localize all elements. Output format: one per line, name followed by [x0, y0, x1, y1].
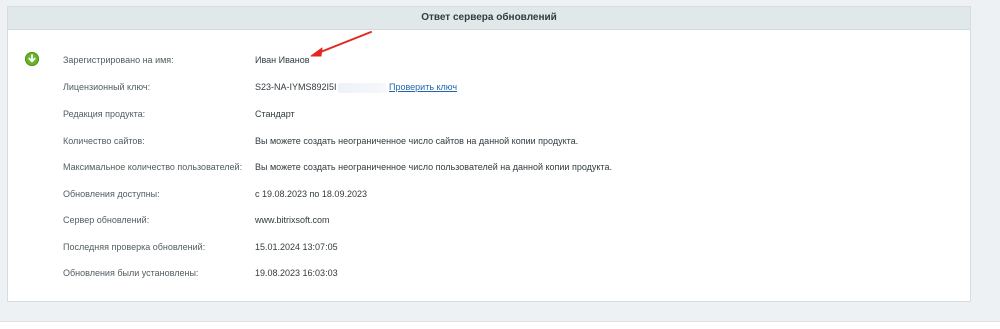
panel-title: Ответ сервера обновлений — [8, 7, 970, 30]
value-update-server: www.bitrixsoft.com — [255, 215, 330, 225]
label-update-server: Сервер обновлений: — [63, 215, 150, 225]
value-updates-available: с 19.08.2023 по 18.09.2023 — [255, 189, 367, 199]
page: Ответ сервера обновлений Зарегистрирован… — [0, 0, 1000, 329]
value-sites-count: Вы можете создать неограниченное число с… — [255, 136, 579, 146]
label-sites-count: Количество сайтов: — [63, 136, 145, 146]
update-server-response-panel: Ответ сервера обновлений Зарегистрирован… — [7, 6, 971, 302]
label-updates-installed: Обновления были установлены: — [63, 268, 199, 278]
value-product-edition: Стандарт — [255, 109, 295, 119]
label-registered-name: Зарегистрировано на имя: — [63, 55, 174, 65]
value-license-key: S23-NA-IYMS892I5I — [255, 80, 386, 94]
label-max-users: Максимальное количество пользователей: — [63, 162, 243, 172]
value-max-users: Вы можете создать неограниченное число п… — [255, 162, 612, 172]
value-registered-name: Иван Иванов — [255, 55, 310, 65]
download-ok-icon — [25, 52, 39, 66]
redacted-key-part — [337, 82, 386, 93]
check-key-link[interactable]: Проверить ключ — [389, 80, 457, 94]
label-product-edition: Редакция продукта: — [63, 109, 146, 119]
value-last-check: 15.01.2024 13:07:05 — [255, 242, 338, 252]
label-updates-available: Обновления доступны: — [63, 189, 160, 199]
license-key-text: S23-NA-IYMS892I5I — [255, 82, 337, 92]
label-last-check: Последняя проверка обновлений: — [63, 242, 206, 252]
next-panel-edge — [0, 321, 1000, 329]
label-license-key: Лицензионный ключ: — [63, 82, 151, 92]
value-updates-installed: 19.08.2023 16:03:03 — [255, 268, 338, 278]
